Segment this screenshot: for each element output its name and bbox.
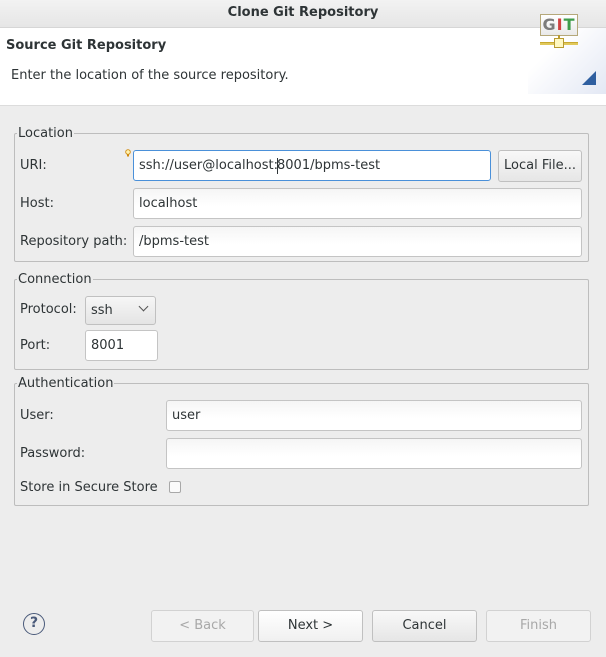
- page-description: Enter the location of the source reposit…: [11, 68, 289, 83]
- user-label: User:: [20, 408, 54, 423]
- host-label: Host:: [20, 196, 54, 211]
- page-title: Source Git Repository: [6, 38, 167, 53]
- cancel-button[interactable]: Cancel: [372, 610, 477, 642]
- host-input[interactable]: localhost: [133, 188, 582, 219]
- repository-path-label: Repository path:: [20, 234, 128, 249]
- secure-store-checkbox[interactable]: [169, 481, 181, 493]
- lightbulb-icon: [125, 149, 131, 157]
- authentication-legend: Authentication: [18, 376, 114, 391]
- help-icon[interactable]: ?: [23, 613, 45, 635]
- next-button[interactable]: Next >: [258, 610, 363, 642]
- finish-button[interactable]: Finish: [486, 610, 591, 642]
- protocol-label: Protocol:: [20, 302, 77, 317]
- uri-input[interactable]: ssh://user@localhost:8001/bpms-test: [133, 150, 491, 181]
- window-title: Clone Git Repository: [0, 0, 606, 28]
- git-logo-knob: [554, 38, 564, 48]
- wizard-header: Source Git Repository Enter the location…: [0, 28, 606, 106]
- uri-label: URI:: [20, 158, 47, 173]
- port-input[interactable]: 8001: [85, 330, 158, 361]
- connection-legend: Connection: [18, 272, 92, 287]
- banner-corner-icon: [582, 71, 596, 85]
- local-file-button[interactable]: Local File...: [498, 150, 582, 182]
- password-label: Password:: [20, 446, 86, 461]
- port-label: Port:: [20, 338, 51, 353]
- chevron-down-icon: [138, 301, 149, 312]
- password-input[interactable]: [166, 438, 582, 469]
- repository-path-input[interactable]: /bpms-test: [133, 226, 582, 257]
- protocol-select[interactable]: ssh: [85, 296, 156, 325]
- protocol-value: ssh: [91, 303, 113, 318]
- back-button[interactable]: < Back: [151, 610, 254, 642]
- location-legend: Location: [18, 126, 73, 141]
- user-input[interactable]: user: [166, 400, 582, 431]
- secure-store-label: Store in Secure Store: [20, 480, 158, 495]
- git-logo-icon: GIT: [540, 14, 578, 36]
